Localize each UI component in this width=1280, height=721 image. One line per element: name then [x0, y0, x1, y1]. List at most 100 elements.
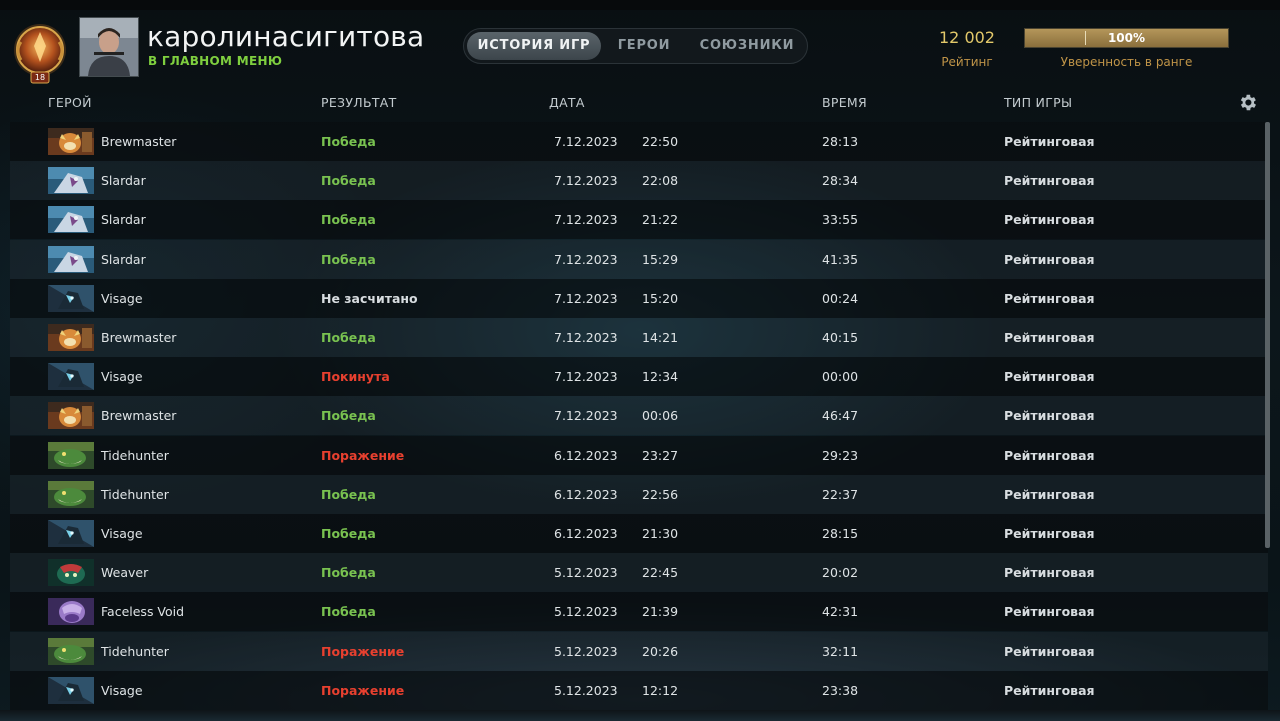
tidehunter-icon [48, 441, 94, 469]
match-duration: 00:00 [822, 369, 859, 385]
match-result: Победа [321, 565, 376, 581]
match-duration: 29:23 [822, 447, 859, 463]
table-row[interactable]: Faceless Void Победа 5.12.2023 21:39 42:31 Ре… [10, 592, 1268, 632]
match-duration: 28:15 [822, 526, 859, 541]
rank-level: 18 [34, 73, 46, 82]
rating-label: Рейтинг [941, 55, 993, 69]
match-result: Победа [321, 408, 376, 424]
match-duration: 46:47 [822, 408, 859, 424]
match-time: 20:26 [642, 643, 679, 659]
faceless-void-icon [48, 598, 94, 626]
tidehunter-icon [48, 480, 94, 508]
column-header-date[interactable]: ДАТА [549, 95, 585, 110]
match-time: 21:30 [642, 526, 679, 541]
game-type: Рейтинговая [1004, 134, 1095, 149]
match-time: 22:56 [642, 486, 679, 502]
game-type: Рейтинговая [1004, 682, 1095, 698]
rank-confidence-percent: 100% [1107, 31, 1146, 45]
game-type: Рейтинговая [1004, 369, 1095, 385]
tab-match-history[interactable]: ИСТОРИЯ ИГР [467, 32, 601, 60]
match-result: Покинута [321, 369, 390, 385]
game-type: Рейтинговая [1004, 565, 1095, 581]
match-duration: 00:24 [822, 290, 859, 306]
match-result: Победа [321, 526, 376, 541]
match-result: Победа [321, 330, 376, 345]
table-row[interactable]: Tidehunter Поражение 5.12.2023 20:26 32:11 Ре… [10, 631, 1268, 671]
tab-heroes[interactable]: ГЕРОИ [604, 32, 684, 60]
rank-badge[interactable]: 18 [11, 22, 69, 84]
column-header-game-type[interactable]: ТИП ИГРЫ [1004, 95, 1072, 110]
table-row[interactable]: Visage Победа 6.12.2023 21:30 28:15 Рейтингов… [10, 514, 1268, 553]
table-row[interactable]: Weaver Победа 5.12.2023 22:45 20:02 Рейтингов… [10, 553, 1268, 593]
tab-allies[interactable]: СОЮЗНИКИ [688, 32, 806, 60]
match-result: Поражение [321, 643, 405, 659]
table-row[interactable]: Slardar Победа 7.12.2023 22:08 28:34 Рейтинго… [10, 161, 1268, 201]
match-duration: 41:35 [822, 251, 859, 267]
match-date: 7.12.2023 [554, 408, 618, 424]
avatar[interactable] [79, 17, 139, 77]
table-row[interactable]: Visage Не засчитано 7.12.2023 15:20 00:24 Рей… [10, 278, 1268, 318]
table-row[interactable]: Brewmaster Победа 7.12.2023 14:21 40:15 Рейти… [10, 318, 1268, 357]
rank-confidence-bar: 100% [1024, 28, 1229, 48]
hero-name: Tidehunter [101, 643, 169, 659]
match-date: 6.12.2023 [554, 486, 618, 502]
table-row[interactable]: Visage Покинута 7.12.2023 12:34 00:00 Рейтинг… [10, 357, 1268, 397]
match-date: 6.12.2023 [554, 526, 618, 541]
game-type: Рейтинговая [1004, 486, 1095, 502]
rank-confidence-label: Уверенность в ранге [1060, 55, 1193, 69]
match-time: 22:45 [642, 565, 679, 581]
bottom-strip [0, 710, 1280, 721]
column-header-result[interactable]: РЕЗУЛЬТАТ [321, 95, 397, 110]
table-row[interactable]: Tidehunter Поражение 6.12.2023 23:27 29:23 Ре… [10, 435, 1268, 475]
brewmaster-icon [48, 324, 94, 351]
player-status: В ГЛАВНОМ МЕНЮ [148, 54, 283, 68]
hero-name: Tidehunter [101, 447, 169, 463]
slardar-icon [48, 245, 94, 273]
hero-name: Visage [101, 526, 143, 541]
match-duration: 28:13 [822, 134, 859, 149]
match-time: 22:08 [642, 173, 679, 189]
brewmaster-icon [48, 402, 94, 430]
match-date: 6.12.2023 [554, 447, 618, 463]
brewmaster-icon [48, 128, 94, 155]
rating-value: 12 002 [939, 28, 995, 47]
hero-name: Weaver [101, 565, 149, 581]
table-row[interactable]: Visage Поражение 5.12.2023 12:12 23:38 Рейтин… [10, 670, 1268, 710]
match-result: Не засчитано [321, 290, 418, 306]
match-date: 7.12.2023 [554, 251, 618, 267]
match-time: 21:22 [642, 212, 679, 228]
table-row[interactable]: Slardar Победа 7.12.2023 15:29 41:35 Рейтинго… [10, 239, 1268, 279]
profile-header: 18 каролинасигитова В ГЛАВНОМ МЕНЮ ИСТОР… [0, 10, 1280, 90]
match-duration: 33:55 [822, 212, 859, 228]
hero-name: Tidehunter [101, 486, 169, 502]
match-result: Поражение [321, 447, 405, 463]
match-time: 15:29 [642, 251, 679, 267]
match-result: Победа [321, 134, 376, 149]
tab-bar: ИСТОРИЯ ИГР ГЕРОИ СОЮЗНИКИ [463, 28, 808, 64]
match-time: 00:06 [642, 408, 679, 424]
top-bar [0, 0, 1280, 10]
match-time: 14:21 [642, 330, 679, 345]
settings-button[interactable] [1237, 92, 1258, 113]
game-type: Рейтинговая [1004, 173, 1095, 189]
column-header-hero[interactable]: ГЕРОЙ [48, 95, 92, 110]
player-name[interactable]: каролинасигитова [147, 20, 424, 53]
table-row[interactable]: Brewmaster Победа 7.12.2023 00:06 46:47 Рейти… [10, 396, 1268, 436]
visage-icon [48, 520, 94, 547]
match-result: Победа [321, 604, 376, 620]
table-row[interactable]: Slardar Победа 7.12.2023 21:22 33:55 Рейтинго… [10, 200, 1268, 240]
match-time: 12:34 [642, 369, 679, 385]
match-date: 7.12.2023 [554, 369, 618, 385]
table-row[interactable]: Tidehunter Победа 6.12.2023 22:56 22:37 Рейти… [10, 474, 1268, 514]
visage-icon [48, 363, 94, 391]
table-row[interactable]: Brewmaster Победа 7.12.2023 22:50 28:13 Рейти… [10, 122, 1268, 161]
match-date: 5.12.2023 [554, 565, 618, 581]
game-type: Рейтинговая [1004, 212, 1095, 228]
gear-icon [1240, 94, 1256, 111]
match-date: 7.12.2023 [554, 173, 618, 189]
game-type: Рейтинговая [1004, 408, 1095, 424]
match-list-scrollbar[interactable] [1265, 122, 1270, 548]
column-header-duration[interactable]: ВРЕМЯ [822, 95, 867, 110]
game-type: Рейтинговая [1004, 643, 1095, 659]
game-type: Рейтинговая [1004, 447, 1095, 463]
